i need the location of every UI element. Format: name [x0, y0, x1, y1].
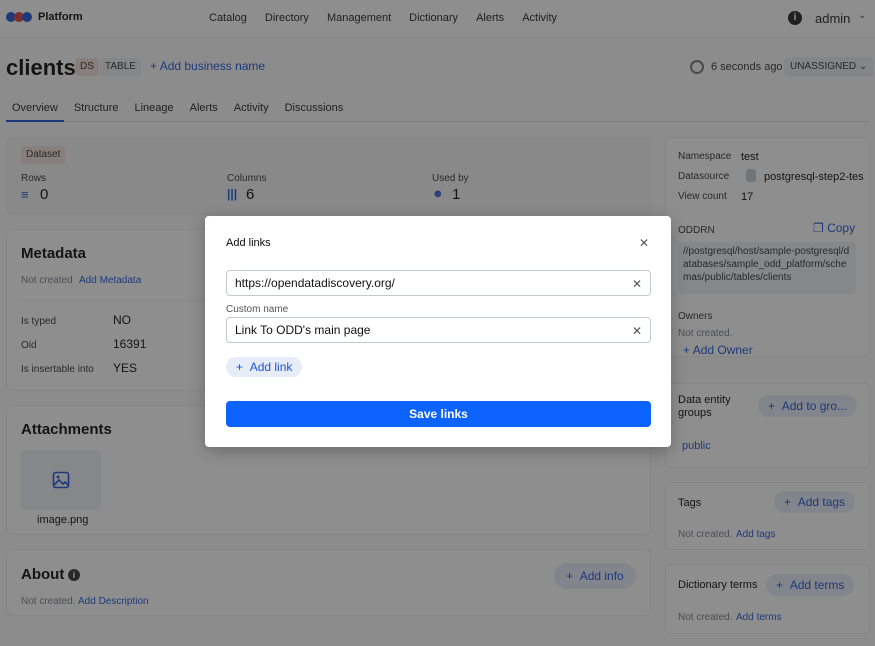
clear-icon[interactable]: ✕	[632, 277, 642, 291]
custom-name-label: Custom name	[226, 304, 289, 315]
add-link-button[interactable]: + Add link	[226, 357, 303, 377]
plus-icon: +	[236, 360, 250, 374]
custom-name-input[interactable]: Link To ODD's main page	[226, 317, 651, 343]
clear-icon[interactable]: ✕	[632, 324, 642, 338]
add-links-dialog: Add links ✕ https://opendatadiscovery.or…	[205, 216, 671, 447]
dialog-title: Add links	[226, 237, 271, 249]
link-url-input[interactable]: https://opendatadiscovery.org/	[226, 270, 651, 296]
save-links-button[interactable]: Save links	[226, 401, 651, 427]
close-icon[interactable]: ✕	[639, 236, 649, 250]
